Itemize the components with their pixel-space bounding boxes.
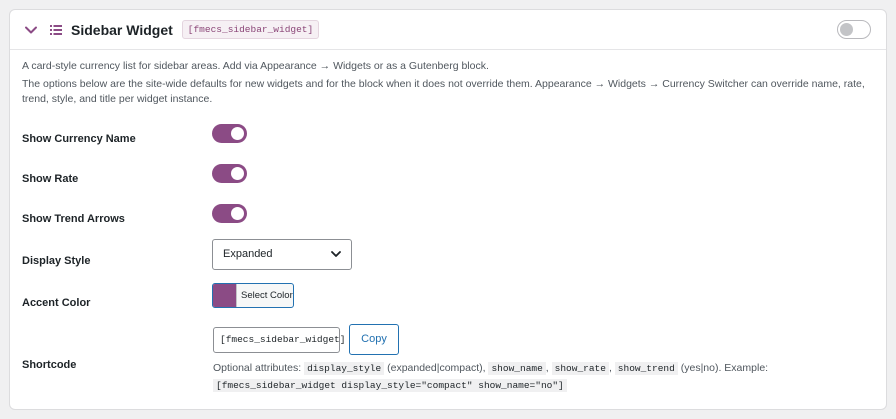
- show-currency-name-label: Show Currency Name: [22, 133, 136, 145]
- card-header[interactable]: Sidebar Widget [fmecs_sidebar_widget]: [10, 10, 886, 50]
- show-trend-arrows-toggle[interactable]: [212, 204, 247, 223]
- attr-show-rate: show_rate: [551, 362, 609, 375]
- display-style-values: (expanded|compact),: [387, 362, 486, 374]
- description-defaults: The options below are the site-wide defa…: [22, 78, 865, 105]
- display-style-value: Expanded: [223, 248, 273, 260]
- toggle-knob: [840, 22, 853, 36]
- show-rate-toggle[interactable]: [212, 164, 247, 183]
- accent-color-label: Accent Color: [22, 297, 91, 309]
- display-style-select[interactable]: Expanded: [212, 239, 352, 270]
- widget-enable-toggle[interactable]: [837, 20, 871, 39]
- show-currency-name-toggle[interactable]: [212, 124, 247, 143]
- shortcode-badge: [fmecs_sidebar_widget]: [181, 20, 320, 39]
- toggle-knob: [231, 167, 244, 180]
- separator: ,: [608, 362, 612, 374]
- show-trend-arrows-label: Show Trend Arrows: [22, 213, 125, 225]
- select-color-label: Select Color: [241, 290, 293, 301]
- chevron-down-icon: [331, 251, 341, 257]
- attr-show-trend: show_trend: [614, 362, 678, 375]
- chevron-down-icon[interactable]: [24, 23, 38, 37]
- attr-show-name: show_name: [488, 362, 546, 375]
- shortcode-label: Shortcode: [22, 359, 77, 371]
- help-prefix: Optional attributes:: [213, 362, 302, 374]
- toggle-knob: [231, 127, 244, 140]
- attr-display-style: display_style: [304, 362, 385, 375]
- show-rate-label: Show Rate: [22, 173, 79, 185]
- copy-shortcode-button[interactable]: Copy: [349, 324, 399, 355]
- description-intro: A card-style currency list for sidebar a…: [22, 60, 489, 72]
- shortcode-field[interactable]: [fmecs_sidebar_widget]: [213, 327, 345, 353]
- display-style-label: Display Style: [22, 255, 91, 267]
- accent-color-picker-button[interactable]: Select Color: [212, 283, 294, 308]
- list-icon: [50, 24, 62, 35]
- sidebar-widget-card: Sidebar Widget [fmecs_sidebar_widget] A …: [9, 9, 887, 410]
- shortcode-help-text: Optional attributes: display_style (expa…: [213, 360, 873, 394]
- separator: ,: [545, 362, 549, 374]
- accent-color-swatch: [213, 284, 237, 307]
- shortcode-example: [fmecs_sidebar_widget display_style="com…: [213, 379, 567, 392]
- section-title: Sidebar Widget: [71, 21, 173, 38]
- yes-no-values: (yes|no). Example:: [680, 362, 769, 374]
- toggle-knob: [231, 207, 244, 220]
